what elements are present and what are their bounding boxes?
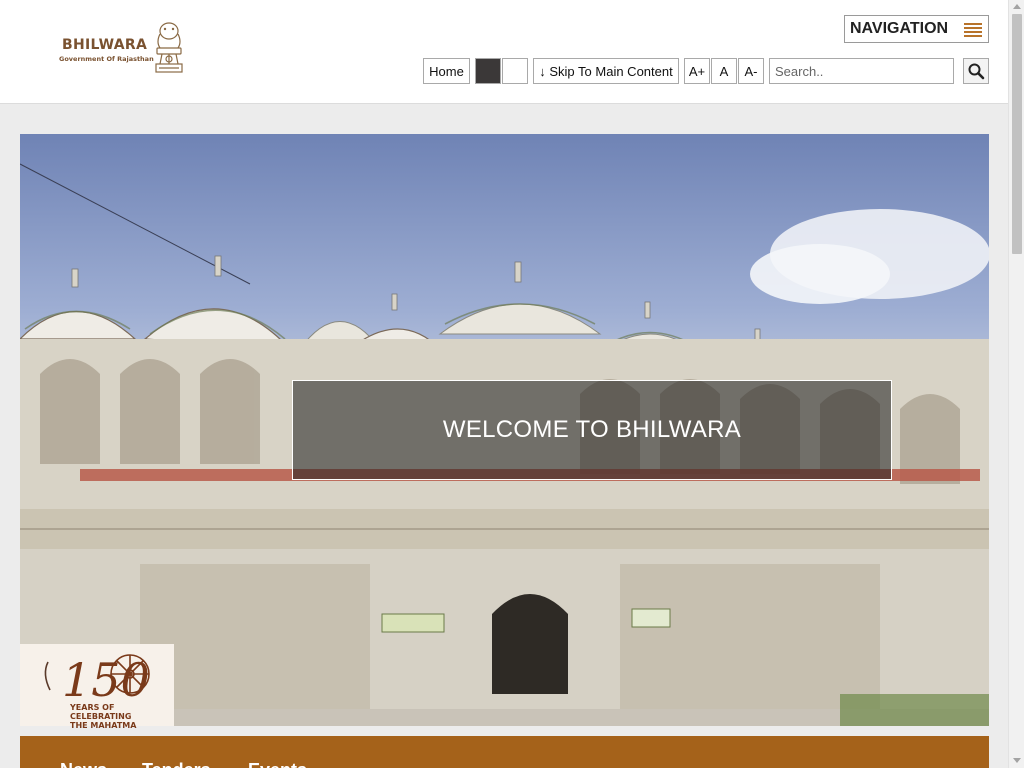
scroll-up-arrow-icon[interactable] bbox=[1013, 4, 1021, 9]
badge-line-1: YEARS OF bbox=[70, 703, 115, 712]
hero-banner: WELCOME TO BHILWARA bbox=[20, 134, 989, 726]
mahatma-150-badge[interactable]: 150 YEARS OF CELEBRATING THE MAHATMA bbox=[20, 644, 174, 730]
tab-tenders[interactable]: Tenders bbox=[142, 760, 211, 768]
navigation-button[interactable]: NAVIGATION bbox=[844, 15, 989, 43]
scrollbar-thumb[interactable] bbox=[1012, 14, 1022, 254]
gandhi-charkha-icon: 150 bbox=[44, 653, 150, 707]
light-contrast-button[interactable] bbox=[502, 58, 528, 84]
scroll-down-arrow-icon[interactable] bbox=[1013, 758, 1021, 763]
site-header: BHILWARA Government Of Rajasthan NAVIGAT… bbox=[0, 0, 1008, 104]
font-decrease-button[interactable]: A- bbox=[738, 58, 764, 84]
search-icon bbox=[968, 63, 985, 80]
badge-line-2: CELEBRATING bbox=[70, 712, 132, 721]
hamburger-menu-icon bbox=[964, 23, 982, 37]
font-increase-button[interactable]: A+ bbox=[684, 58, 710, 84]
search-input[interactable] bbox=[769, 58, 954, 84]
welcome-banner-text: WELCOME TO BHILWARA bbox=[292, 380, 892, 480]
tab-events[interactable]: Events bbox=[248, 760, 307, 768]
badge-line-3: THE MAHATMA bbox=[70, 721, 137, 730]
tab-news[interactable]: News bbox=[60, 760, 107, 768]
skip-to-main-content-link[interactable]: ↓ Skip To Main Content bbox=[533, 58, 679, 84]
site-logo[interactable]: BHILWARA Government Of Rajasthan bbox=[56, 20, 196, 84]
state-emblem-icon bbox=[155, 22, 183, 73]
vertical-scrollbar[interactable] bbox=[1008, 0, 1024, 768]
logo-title: BHILWARA bbox=[62, 37, 148, 53]
badge-number: 150 bbox=[62, 653, 150, 704]
font-normal-button[interactable]: A bbox=[711, 58, 737, 84]
logo-subtitle: Government Of Rajasthan bbox=[59, 55, 154, 63]
search-button[interactable] bbox=[963, 58, 989, 84]
dark-contrast-button[interactable] bbox=[475, 58, 501, 84]
badge-caption: YEARS OF CELEBRATING THE MAHATMA bbox=[70, 703, 136, 730]
home-button[interactable]: Home bbox=[423, 58, 470, 84]
news-tabs-bar: News Tenders Events bbox=[20, 736, 989, 768]
navigation-label: NAVIGATION bbox=[850, 20, 949, 37]
